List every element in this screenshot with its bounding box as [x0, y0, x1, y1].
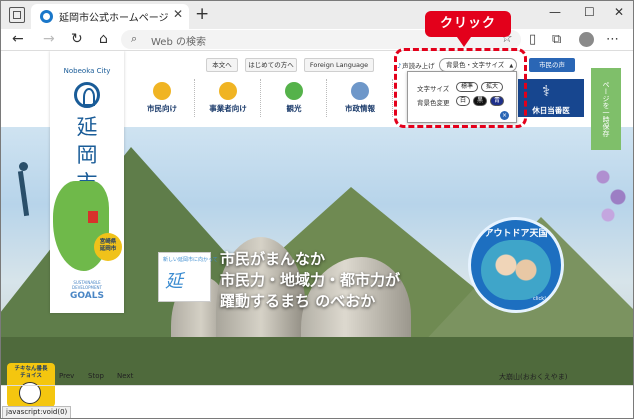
- catch-logo-mark: 延: [165, 271, 183, 292]
- citizen-voice-link[interactable]: 市民の声: [529, 58, 575, 72]
- status-url: javascript:void(0): [2, 406, 72, 418]
- nobeoka-map-marker: [88, 211, 98, 223]
- catchphrase-line-2: 市民力・地域力・都市力が: [220, 271, 401, 289]
- climber-figure: [11, 162, 36, 232]
- badge-line-1: 宮崎県: [99, 239, 117, 245]
- stethoscope-icon: ⚕: [542, 82, 551, 100]
- sdgs-logo[interactable]: SUSTAINABLE DEVELOPMENT GOALS: [58, 275, 116, 305]
- status-bar: javascript:void(0): [1, 406, 633, 418]
- browser-tab[interactable]: 延岡市公式ホームページ トップページ ✕: [31, 4, 189, 29]
- tourism-icon: [285, 82, 303, 100]
- chatbot-line-1: チキなん番長: [14, 366, 48, 372]
- menu-label: 市政情報: [345, 104, 375, 113]
- refresh-icon[interactable]: ↻: [71, 31, 83, 47]
- badge-line-2: 延岡市: [99, 246, 117, 252]
- favicon-icon: [40, 10, 53, 23]
- click-callout: クリック: [425, 11, 511, 37]
- menu-label: 事業者向け: [209, 104, 247, 113]
- slider-stop-button[interactable]: Stop: [88, 372, 104, 380]
- maximize-icon[interactable]: ☐: [584, 5, 595, 19]
- tab-title: 延岡市公式ホームページ トップページ: [59, 13, 169, 24]
- callout-pointer: [457, 37, 471, 47]
- holiday-doctor-label: 休日当番医: [532, 106, 570, 115]
- city-emblem-icon: [74, 82, 100, 108]
- sdgs-goals-text: GOALS: [70, 291, 104, 301]
- web-page: 新しい延岡市に向かって 延 市民がまんなか 市民力・地域力・都市力が 躍動するま…: [1, 51, 633, 406]
- close-window-icon[interactable]: ✕: [614, 5, 624, 19]
- save-page-tab[interactable]: ページを一時保存: [591, 68, 621, 150]
- chatbot-label: チキなん番長 チョイス: [7, 366, 55, 380]
- outdoor-photo: [481, 240, 551, 300]
- sdgs-small-text: SUSTAINABLE DEVELOPMENT: [72, 280, 102, 290]
- minimize-icon[interactable]: —: [549, 5, 561, 19]
- menu-item-tourism[interactable]: 観光: [261, 79, 327, 117]
- main-menu: 市民向け 事業者向け 観光 市政情報: [129, 79, 393, 117]
- outdoor-banner[interactable]: アウトドア天国 click!: [468, 217, 564, 313]
- more-menu-icon[interactable]: ⋯: [606, 32, 619, 47]
- location-badge: 宮崎県 延岡市: [94, 233, 122, 261]
- forward-icon[interactable]: →: [43, 31, 55, 47]
- catchphrase-line-1: 市民がまんなか: [220, 250, 326, 268]
- page-divider: [1, 385, 633, 386]
- city-info-icon: [351, 82, 369, 100]
- menu-label: 観光: [286, 104, 302, 113]
- skip-to-content-link[interactable]: 本文へ: [206, 58, 238, 72]
- catch-logo-small-text: 新しい延岡市に向かって: [163, 257, 218, 263]
- chatbot-line-2: チョイス: [20, 373, 42, 379]
- back-icon[interactable]: ←: [12, 31, 24, 47]
- close-tab-icon[interactable]: ✕: [173, 7, 183, 21]
- slider-next-button[interactable]: Next: [117, 372, 133, 380]
- highlight-box: [394, 48, 527, 128]
- home-icon[interactable]: ⌂: [99, 31, 108, 47]
- catchphrase: 市民がまんなか 市民力・地域力・都市力が 躍動するまち のべおか: [220, 249, 400, 312]
- citizens-icon: [153, 82, 171, 100]
- collections-icon[interactable]: ⧉: [552, 32, 561, 47]
- outdoor-banner-title: アウトドア天国: [484, 229, 548, 239]
- city-logo-column[interactable]: Nobeoka City 延 岡 市 宮崎県 延岡市 SUSTAINABLE D…: [50, 51, 124, 313]
- holiday-doctor-button[interactable]: ⚕ 休日当番医: [518, 79, 584, 117]
- search-icon: ⌕: [131, 32, 138, 45]
- menu-item-citizens[interactable]: 市民向け: [129, 79, 195, 117]
- address-toolbar: ← → ↻ ⌂ ⌕ Web の検索 ☆ ▯ ⧉ ⋯: [1, 29, 633, 51]
- title-bar: 延岡市公式ホームページ トップページ ✕ + — ☐ ✕: [1, 1, 633, 29]
- flower-decoration: [593, 157, 633, 227]
- tab-actions-icon[interactable]: [9, 7, 25, 23]
- catchphrase-line-3: 躍動するまち のべおか: [220, 292, 376, 310]
- menu-item-city-info[interactable]: 市政情報: [327, 79, 393, 117]
- outdoor-click-label: click!: [533, 296, 547, 302]
- menu-item-business[interactable]: 事業者向け: [195, 79, 261, 117]
- city-catch-logo: 新しい延岡市に向かって 延: [158, 252, 218, 302]
- profile-avatar[interactable]: [579, 32, 594, 47]
- slider-prev-button[interactable]: Prev: [59, 372, 74, 380]
- city-name-char: 岡: [76, 143, 98, 167]
- new-tab-icon[interactable]: +: [195, 4, 209, 24]
- business-icon: [219, 82, 237, 100]
- city-name-en: Nobeoka City: [63, 67, 111, 75]
- city-name-char: 延: [76, 115, 98, 139]
- photo-caption: 大崩山(おおくえやま): [499, 373, 568, 381]
- split-screen-icon[interactable]: ▯: [529, 32, 536, 47]
- menu-label: 市民向け: [147, 104, 177, 113]
- foreign-language-link[interactable]: Foreign Language: [304, 58, 374, 72]
- browser-window: 延岡市公式ホームページ トップページ ✕ + — ☐ ✕ ← → ↻ ⌂ ⌕ W…: [0, 0, 634, 419]
- address-placeholder: Web の検索: [151, 37, 206, 48]
- first-visit-link[interactable]: はじめての方へ: [245, 58, 297, 72]
